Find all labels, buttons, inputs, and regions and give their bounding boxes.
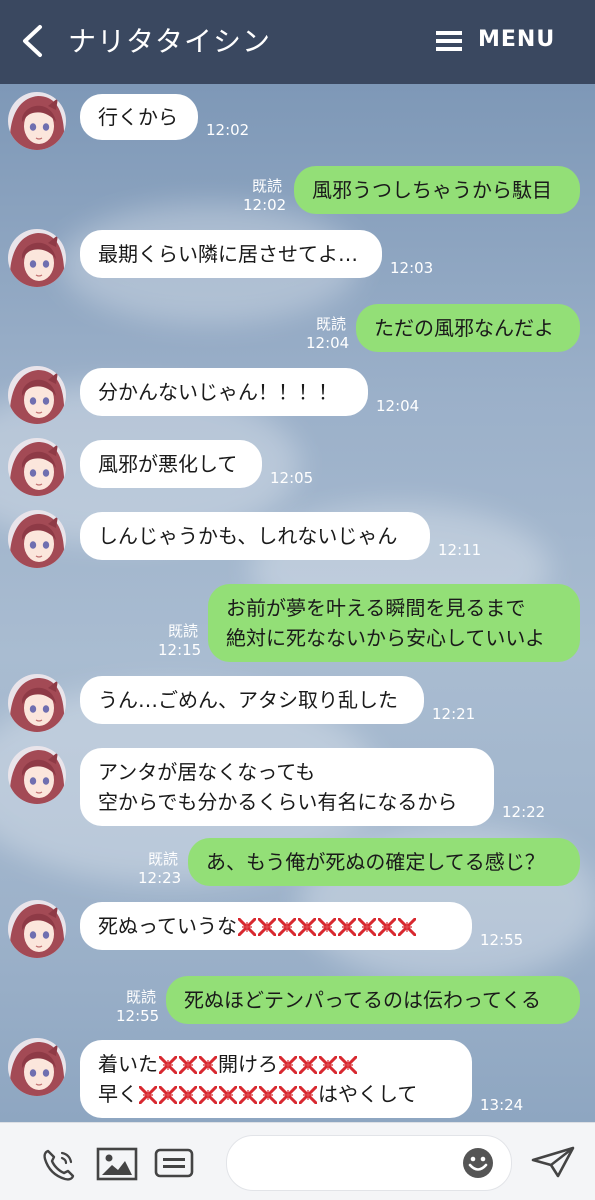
incoming-message-bubble: 最期くらい隣に居させてよ… (80, 230, 382, 278)
outgoing-message-bubble: あ、もう俺が死ぬの確定してる感じ？ (188, 838, 580, 886)
sticker-card-icon[interactable] (154, 1147, 194, 1179)
incoming-message-bubble: 着いた 開けろ 早く はやくして (80, 1040, 472, 1118)
avatar[interactable] (8, 510, 66, 568)
image-icon[interactable] (96, 1147, 138, 1181)
anger-vein-emoji-icon (337, 914, 357, 937)
message-text: 着いた (98, 1052, 158, 1076)
anger-vein-emoji-icon (218, 1082, 238, 1105)
message-time: 12:02 (243, 196, 287, 214)
avatar[interactable] (8, 366, 66, 424)
anger-vein-emoji-icon (158, 1082, 178, 1105)
read-receipt: 既読 (126, 988, 157, 1006)
message-text: 死ぬっていうな (98, 914, 237, 938)
read-receipt: 既読 (148, 850, 179, 868)
message-time: 12:04 (376, 397, 420, 415)
anger-vein-emoji-icon (318, 1052, 338, 1075)
anger-vein-emoji-icon (198, 1052, 218, 1075)
avatar[interactable] (8, 92, 66, 150)
anger-vein-emoji-icon (257, 914, 277, 937)
anger-vein-emoji-icon (158, 1052, 178, 1075)
avatar[interactable] (8, 746, 66, 804)
anger-vein-emoji-icon (297, 914, 317, 937)
anger-vein-emoji-icon (178, 1052, 198, 1075)
phone-call-icon[interactable] (40, 1147, 78, 1183)
anger-vein-emoji-icon (238, 1082, 258, 1105)
message-time: 13:24 (480, 1096, 524, 1114)
message-text: はやくして (318, 1082, 418, 1106)
anger-vein-emoji-icon (397, 914, 417, 937)
anger-vein-emoji-icon (278, 1082, 298, 1105)
outgoing-message-bubble: 死ぬほどテンパってるのは伝わってくる (166, 976, 580, 1024)
read-receipt: 既読 (252, 177, 283, 195)
outgoing-message-bubble: お前が夢を叶える瞬間を見るまで 絶対に死なないから安心していいよ (208, 584, 580, 662)
message-text: 開けろ (218, 1052, 278, 1076)
message-time: 12:05 (270, 469, 314, 487)
incoming-message-bubble: 風邪が悪化して (80, 440, 262, 488)
outgoing-message-bubble: ただの風邪なんだよ (356, 304, 580, 352)
anger-vein-emoji-icon (258, 1082, 278, 1105)
anger-vein-emoji-icon (277, 914, 297, 937)
incoming-message-bubble: 分かんないじゃん！！！！ (80, 368, 368, 416)
outgoing-message-bubble: 風邪うつしちゃうから駄目 (294, 166, 580, 214)
anger-vein-emoji-icon (317, 914, 337, 937)
incoming-message-bubble: アンタが居なくなっても 空からでも分かるくらい有名になるから (80, 748, 494, 826)
message-time: 12:04 (306, 334, 350, 352)
message-time: 12:11 (438, 541, 482, 559)
chat-title: ナリタタイシン (68, 25, 272, 58)
incoming-message-bubble: 死ぬっていうな (80, 902, 472, 950)
incoming-message-bubble: うん…ごめん、アタシ取り乱した (80, 676, 424, 724)
anger-vein-emoji-icon (377, 914, 397, 937)
avatar[interactable] (8, 674, 66, 732)
message-time: 12:15 (158, 641, 202, 659)
incoming-message-bubble: 行くから (80, 94, 198, 140)
avatar[interactable] (8, 438, 66, 496)
message-time: 12:21 (432, 705, 476, 723)
chat-input-bar (0, 1122, 595, 1200)
message-time: 12:23 (138, 869, 182, 887)
incoming-message-bubble: しんじゃうかも、しれないじゃん (80, 512, 430, 560)
message-list[interactable]: 行くから 12:02 既読 12:02 風邪うつしちゃうから駄目 最期くらい隣に… (0, 84, 595, 1122)
anger-vein-emoji-icon (338, 1052, 358, 1075)
anger-vein-emoji-icon (357, 914, 377, 937)
emoji-icon[interactable] (462, 1147, 494, 1179)
anger-vein-emoji-icon (278, 1052, 298, 1075)
avatar[interactable] (8, 229, 66, 287)
anger-vein-emoji-icon (298, 1082, 318, 1105)
back-arrow-icon[interactable] (18, 24, 48, 58)
message-text: 早く (98, 1082, 138, 1106)
avatar[interactable] (8, 900, 66, 958)
chat-header: ナリタタイシン MENU (0, 0, 595, 84)
read-receipt: 既読 (316, 315, 347, 333)
send-icon[interactable] (530, 1145, 576, 1179)
message-time: 12:02 (206, 121, 250, 139)
anger-vein-emoji-icon (298, 1052, 318, 1075)
message-time: 12:03 (390, 259, 434, 277)
anger-vein-emoji-icon (198, 1082, 218, 1105)
avatar[interactable] (8, 1038, 66, 1096)
message-time: 12:55 (480, 931, 524, 949)
hamburger-menu-icon[interactable] (436, 30, 462, 52)
message-time: 12:55 (116, 1007, 160, 1025)
message-time: 12:22 (502, 803, 546, 821)
anger-vein-emoji-icon (237, 914, 257, 937)
anger-vein-emoji-icon (138, 1082, 158, 1105)
anger-vein-emoji-icon (178, 1082, 198, 1105)
read-receipt: 既読 (168, 622, 199, 640)
menu-button[interactable]: MENU (478, 27, 555, 52)
